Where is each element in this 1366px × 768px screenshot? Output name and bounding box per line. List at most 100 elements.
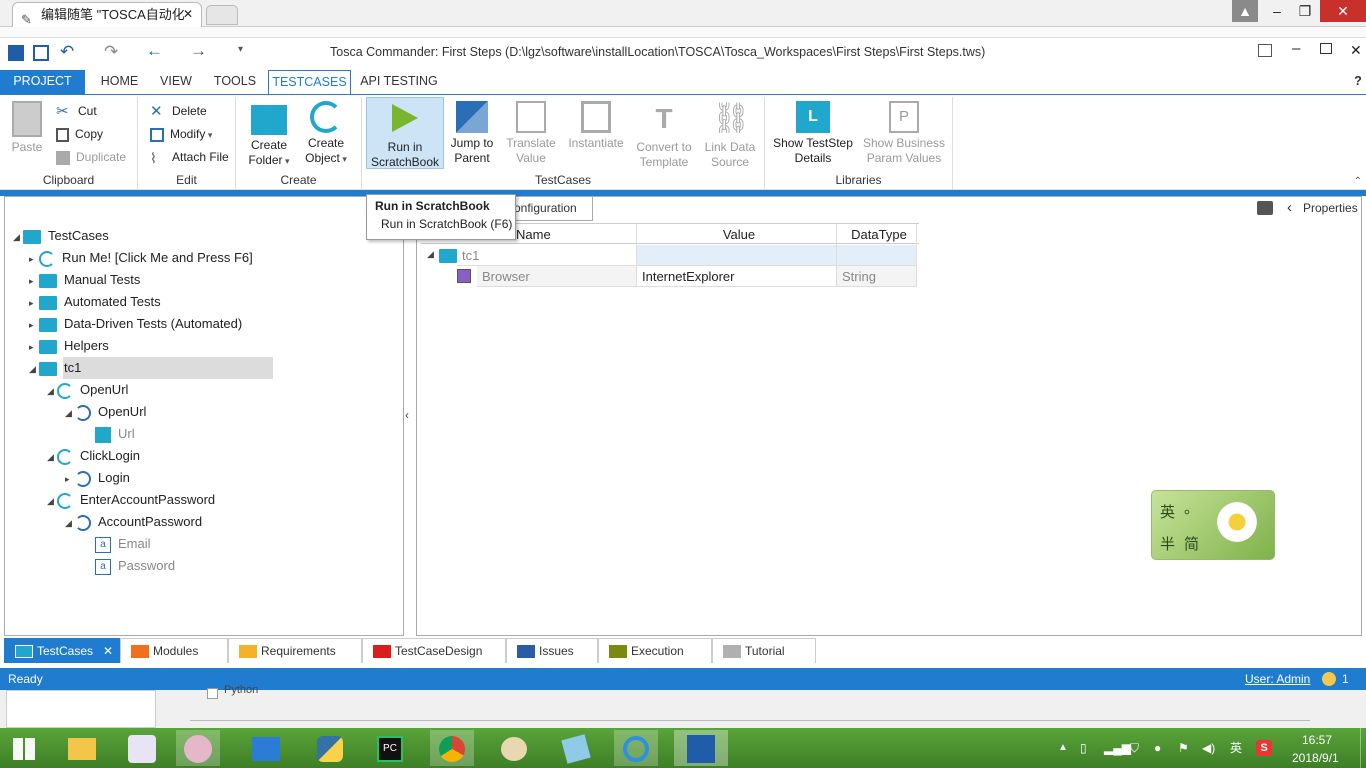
create-folder-button[interactable]: Create Folder ▾ (244, 97, 294, 169)
tree-item-data-driven[interactable]: ▸ Data-Driven Tests (Automated) (29, 313, 242, 335)
bottom-tab-requirements[interactable]: Requirements (228, 638, 362, 663)
tab-view[interactable]: VIEW (152, 70, 200, 94)
bottom-tab-tutorial[interactable]: Tutorial (712, 638, 816, 663)
column-header-name[interactable]: Name (511, 224, 637, 245)
pycharm-icon[interactable]: PC (368, 730, 412, 766)
tab-close-icon[interactable]: ✕ (183, 3, 193, 26)
tree-item-enteraccountpassword[interactable]: ◢ EnterAccountPassword (47, 489, 215, 511)
cut-button[interactable]: ✂ Cut (56, 101, 97, 121)
tab-testcases[interactable]: TESTCASES (268, 70, 351, 95)
back-arrow-icon[interactable]: ← (146, 41, 163, 61)
expand-arrow-icon[interactable]: ◢ (29, 358, 39, 380)
column-header-datatype[interactable]: DataType (837, 224, 917, 245)
save-icon[interactable] (33, 45, 49, 61)
device-icon[interactable]: ▯ (1080, 728, 1087, 768)
expand-arrow-icon[interactable]: ◢ (65, 512, 75, 534)
instantiate-button[interactable]: Instantiate (564, 97, 628, 151)
file-explorer-icon[interactable] (60, 730, 104, 766)
paste-button[interactable]: Paste (6, 97, 48, 155)
close-button[interactable]: ✕ (1320, 0, 1366, 22)
collapse-ribbon-icon[interactable]: ⌃ (1354, 176, 1362, 187)
ime-simplified-label[interactable]: 简 (1184, 533, 1199, 554)
tree-item-run-me[interactable]: ▸ Run Me! [Click Me and Press F6] (29, 247, 253, 269)
user-link[interactable]: User: Admin (1245, 668, 1310, 690)
browser-tab[interactable]: ✎ 编辑随笔 "TOSCA自动化 ✕ (12, 2, 202, 27)
bottom-tab-issues[interactable]: Issues (506, 638, 598, 663)
ime-lang-label[interactable]: 英 (1160, 501, 1175, 522)
collapsed-arrow-icon[interactable]: ▸ (29, 270, 39, 292)
column-header-value[interactable]: Value (637, 224, 837, 245)
bottom-tab-testcasedesign[interactable]: TestCaseDesign (362, 638, 506, 663)
paint-icon[interactable] (492, 730, 536, 766)
tab-project[interactable]: PROJECT (0, 70, 85, 94)
internet-explorer-icon[interactable] (614, 730, 658, 766)
jump-to-parent-button[interactable]: Jump to Parent (446, 97, 498, 166)
python-icon[interactable] (308, 730, 352, 766)
minimize-button[interactable]: – (1262, 0, 1292, 22)
collapsed-arrow-icon[interactable]: ▸ (29, 314, 39, 336)
show-business-param-button[interactable]: P Show Business Param Values (861, 97, 947, 166)
delete-button[interactable]: ✕ Delete (150, 101, 207, 121)
tree-item-manual-tests[interactable]: ▸ Manual Tests (29, 269, 140, 291)
row-value[interactable] (637, 245, 837, 266)
ime-widget[interactable]: 英 。 半 简 (1151, 490, 1275, 560)
user-icon[interactable]: ▲ (1232, 0, 1258, 22)
app-close-button[interactable]: ✕ (1350, 42, 1362, 59)
restore-panel-icon[interactable] (1258, 44, 1272, 57)
show-teststep-details-button[interactable]: L Show TestStep Details (771, 97, 855, 166)
properties-button[interactable]: Properties (1303, 201, 1358, 215)
modify-button[interactable]: Modify ▾ (150, 124, 212, 144)
tree-item-password[interactable]: a Password (95, 555, 175, 577)
notepad-icon[interactable] (554, 730, 598, 766)
collapsed-arrow-icon[interactable]: ▸ (29, 292, 39, 314)
chrome-icon[interactable] (430, 730, 474, 766)
forward-arrow-icon[interactable]: → (190, 41, 207, 61)
shield-icon[interactable]: ⛉ (1130, 728, 1139, 768)
duplicate-button[interactable]: Duplicate (56, 147, 126, 167)
collapsed-arrow-icon[interactable]: ▸ (65, 468, 75, 490)
input-language[interactable]: 英 (1230, 728, 1242, 768)
table-row[interactable]: ◢ tc1 (421, 245, 919, 266)
tree-item-openurl[interactable]: ◢ OpenUrl (47, 379, 128, 401)
sogou-icon[interactable]: S (1256, 740, 1272, 756)
tab-tools[interactable]: TOOLS (206, 70, 264, 94)
new-tab-button[interactable] (206, 5, 238, 25)
maximize-button[interactable]: ❐ (1290, 0, 1320, 22)
tree-item-login[interactable]: ▸ Login (65, 467, 130, 489)
tree-item-url[interactable]: Url (95, 423, 135, 445)
link-data-source-button[interactable]: ⛓ Link Data Source (700, 97, 760, 170)
flag-icon[interactable]: ⚑ (1178, 728, 1189, 768)
volume-icon[interactable]: ◀) (1202, 728, 1215, 768)
tree-item-automated-tests[interactable]: ▸ Automated Tests (29, 291, 161, 313)
attach-file-button[interactable]: ⌇ Attach File (150, 147, 229, 167)
chevron-left-icon[interactable]: ‹ (1287, 199, 1292, 216)
tab-configuration[interactable]: onfiguration (511, 197, 593, 221)
copy-button[interactable]: Copy (56, 124, 103, 144)
ime-punct-label[interactable]: 。 (1184, 497, 1199, 518)
tree-item-clicklogin[interactable]: ◢ ClickLogin (47, 445, 140, 467)
clock-time[interactable]: 16:57 (1302, 732, 1332, 748)
app-maximize-button[interactable] (1320, 43, 1332, 54)
close-icon[interactable]: ✕ (103, 639, 113, 663)
app-icon-3[interactable] (244, 730, 288, 766)
collapsed-arrow-icon[interactable]: ▸ (29, 248, 39, 270)
tree-item-accountpassword[interactable]: ◢ AccountPassword (65, 511, 202, 533)
table-row[interactable]: Browser InternetExplorer String (421, 266, 919, 287)
redo-icon[interactable]: ↷ (104, 42, 118, 62)
help-icon[interactable]: ? (1350, 70, 1366, 94)
print-icon[interactable] (1257, 201, 1273, 215)
expand-arrow-icon[interactable]: ◢ (47, 380, 57, 402)
tree-item-openurl-step[interactable]: ◢ OpenUrl (65, 401, 146, 423)
tree-item-helpers[interactable]: ▸ Helpers (29, 335, 109, 357)
bottom-tab-modules[interactable]: Modules (120, 638, 228, 663)
app-minimize-button[interactable]: – (1292, 40, 1300, 57)
expand-arrow-icon[interactable]: ◢ (427, 249, 434, 260)
tab-home[interactable]: HOME (92, 70, 147, 94)
app-icon-2[interactable] (176, 730, 220, 766)
tree-item-tc1[interactable]: ◢ tc1 (29, 357, 81, 379)
network-icon[interactable]: ▂▄▆ (1104, 728, 1131, 768)
bottom-tab-execution[interactable]: Execution (598, 638, 712, 663)
bottom-tab-testcases[interactable]: TestCases ✕ (4, 638, 120, 663)
translate-value-button[interactable]: Translate Value (502, 97, 560, 166)
expand-arrow-icon[interactable]: ◢ (65, 402, 75, 424)
